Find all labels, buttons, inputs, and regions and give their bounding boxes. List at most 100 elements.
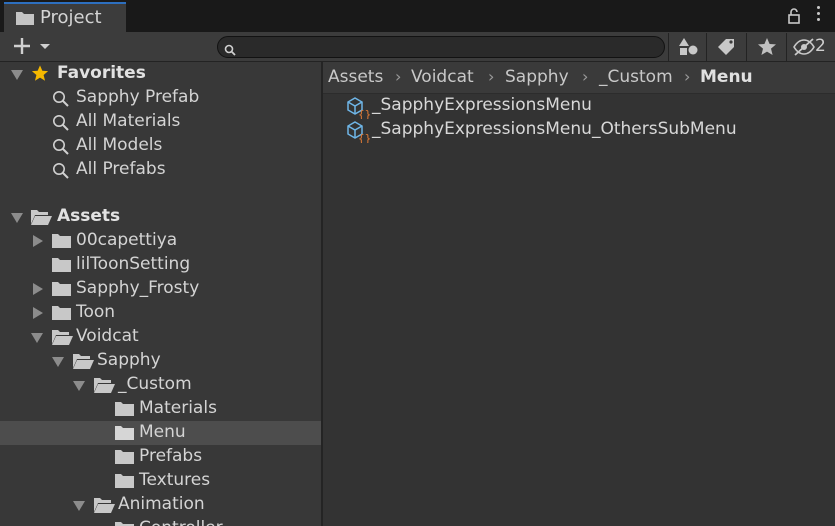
- search-icon: [53, 91, 69, 107]
- tree-item-materials[interactable]: Materials: [0, 397, 321, 421]
- folder-icon: [52, 306, 71, 320]
- folder-icon: [115, 474, 134, 488]
- open-folder-icon: [52, 330, 73, 345]
- folder-icon: [115, 402, 134, 416]
- expressions-menu-asset-icon: {}: [347, 121, 370, 143]
- favorite-item-all-prefabs[interactable]: All Prefabs: [0, 158, 321, 182]
- tree-label: Sapphy: [97, 350, 161, 370]
- eye-slash-icon: [793, 38, 815, 56]
- favorites-header[interactable]: Favorites: [0, 62, 321, 86]
- favorite-label: Sapphy Prefab: [76, 87, 200, 107]
- folder-icon: [52, 282, 71, 296]
- chevron-right-icon: ›: [684, 67, 691, 86]
- lock-icon[interactable]: [787, 8, 801, 29]
- tab-title: Project: [40, 7, 102, 28]
- breadcrumb: Assets › Voidcat › Sapphy › _Custom › Me…: [323, 62, 835, 94]
- tree-label: Toon: [76, 302, 116, 322]
- open-folder-icon: [94, 378, 115, 393]
- collapse-arrow-icon[interactable]: [11, 213, 23, 223]
- tree-item-animation[interactable]: Animation: [0, 493, 321, 517]
- favorites-label: Favorites: [57, 63, 146, 83]
- search-icon: [53, 139, 69, 155]
- hidden-count: 2: [815, 36, 826, 56]
- expand-arrow-icon[interactable]: [33, 283, 43, 295]
- shapes-icon: [679, 38, 698, 55]
- svg-text:{}: {}: [358, 132, 370, 143]
- breadcrumb-voidcat[interactable]: Voidcat: [411, 67, 474, 87]
- favorite-item-all-models[interactable]: All Models: [0, 134, 321, 158]
- tree-item-sapphy-frosty[interactable]: Sapphy_Frosty: [0, 277, 321, 301]
- tree-item-menu[interactable]: Menu: [0, 421, 321, 445]
- kebab-menu-icon[interactable]: [813, 6, 823, 24]
- favorite-item-sapphy-prefab[interactable]: Sapphy Prefab: [0, 86, 321, 110]
- tree-label: Animation: [118, 494, 205, 514]
- search-input[interactable]: [217, 36, 665, 58]
- hidden-packages-button[interactable]: 2: [786, 33, 835, 61]
- tree-item-assets[interactable]: Assets: [0, 205, 321, 229]
- tree-label: Menu: [139, 422, 186, 442]
- search-icon: [224, 41, 236, 61]
- folder-icon: [52, 258, 71, 272]
- tree-item-toon[interactable]: Toon: [0, 301, 321, 325]
- tree-item-voidcat[interactable]: Voidcat: [0, 325, 321, 349]
- tree-label: 00capettiya: [76, 230, 178, 250]
- tree-item-controller[interactable]: Controller: [0, 517, 321, 526]
- tab-project[interactable]: Project: [4, 2, 126, 32]
- favorite-label: All Models: [76, 135, 163, 155]
- chevron-right-icon: ›: [488, 67, 495, 86]
- tree-item-00capettiya[interactable]: 00capettiya: [0, 229, 321, 253]
- folder-tree: Favorites Sapphy Prefab All Materials Al…: [0, 62, 321, 526]
- create-button[interactable]: [12, 36, 54, 56]
- asset-name: _SapphyExpressionsMenu_OthersSubMenu: [372, 119, 737, 139]
- chevron-right-icon: ›: [395, 67, 402, 86]
- svg-text:{}: {}: [358, 108, 370, 119]
- favorites-filter-button[interactable]: [746, 33, 784, 61]
- tree-label: _Custom: [118, 374, 192, 394]
- open-folder-icon: [31, 210, 52, 225]
- star-icon: [758, 38, 776, 55]
- breadcrumb-assets[interactable]: Assets: [328, 67, 383, 87]
- tree-item-textures[interactable]: Textures: [0, 469, 321, 493]
- expand-arrow-icon[interactable]: [33, 307, 43, 319]
- open-folder-icon: [73, 354, 94, 369]
- tag-icon: [718, 39, 734, 55]
- folder-icon: [52, 234, 71, 248]
- expand-arrow-icon[interactable]: [33, 235, 43, 247]
- tree-item-custom[interactable]: _Custom: [0, 373, 321, 397]
- tree-label: Voidcat: [76, 326, 139, 346]
- asset-item[interactable]: {} _SapphyExpressionsMenu: [346, 95, 826, 119]
- breadcrumb-custom[interactable]: _Custom: [599, 67, 673, 87]
- expressions-menu-asset-icon: {}: [347, 97, 370, 119]
- tree-item-liltoonsetting[interactable]: lilToonSetting: [0, 253, 321, 277]
- tree-label: Materials: [139, 398, 217, 418]
- chevron-right-icon: ›: [582, 67, 589, 86]
- search-by-type-button[interactable]: [668, 33, 706, 61]
- star-icon: [31, 65, 49, 81]
- favorite-item-all-materials[interactable]: All Materials: [0, 110, 321, 134]
- collapse-arrow-icon[interactable]: [73, 381, 85, 391]
- folder-icon: [115, 426, 134, 440]
- collapse-arrow-icon[interactable]: [73, 501, 85, 511]
- collapse-arrow-icon[interactable]: [11, 70, 23, 80]
- tree-label: Assets: [57, 206, 121, 226]
- search-by-label-button[interactable]: [706, 33, 744, 61]
- tree-label: Prefabs: [139, 446, 203, 466]
- folder-icon: [115, 450, 134, 464]
- plus-icon: [14, 38, 50, 54]
- tree-label: Controller: [139, 518, 223, 526]
- asset-name: _SapphyExpressionsMenu: [372, 95, 592, 115]
- tree-item-prefabs[interactable]: Prefabs: [0, 445, 321, 469]
- tree-label: lilToonSetting: [76, 254, 191, 274]
- search-icon: [53, 115, 69, 131]
- folder-icon: [16, 10, 34, 30]
- breadcrumb-sapphy[interactable]: Sapphy: [505, 67, 569, 87]
- tree-label: Sapphy_Frosty: [76, 278, 200, 298]
- tree-label: Textures: [139, 470, 211, 490]
- favorite-label: All Materials: [76, 111, 181, 131]
- tree-item-sapphy[interactable]: Sapphy: [0, 349, 321, 373]
- breadcrumb-menu[interactable]: Menu: [700, 67, 753, 87]
- collapse-arrow-icon[interactable]: [31, 333, 43, 343]
- open-folder-icon: [94, 498, 115, 513]
- asset-item[interactable]: {} _SapphyExpressionsMenu_OthersSubMenu: [346, 119, 826, 143]
- collapse-arrow-icon[interactable]: [52, 357, 64, 367]
